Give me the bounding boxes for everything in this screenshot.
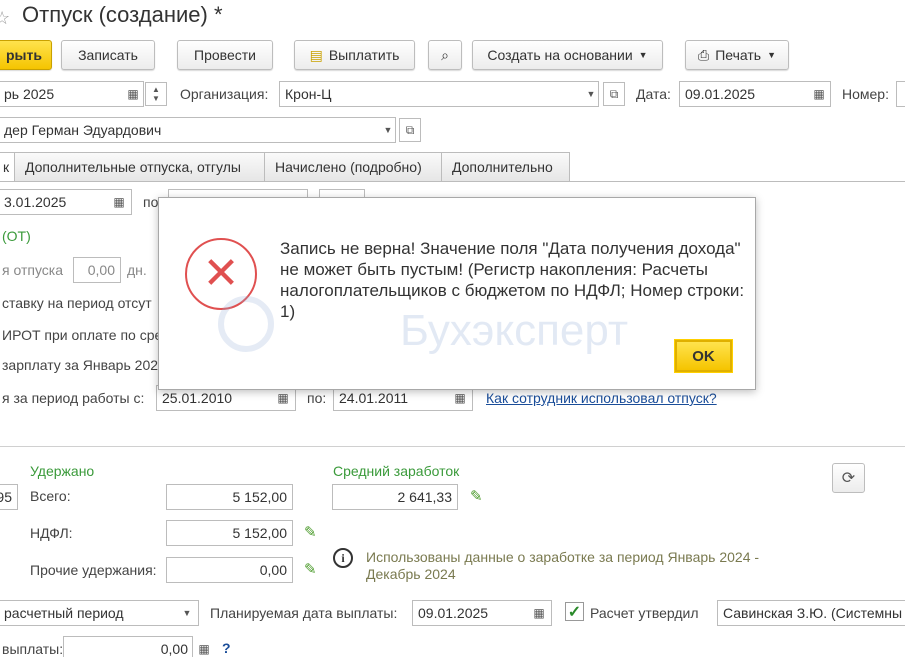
attach-button[interactable]: ⌕ xyxy=(428,40,462,70)
pay-label: Выплатить xyxy=(328,47,400,63)
salary-label: зарплату за Январь 202 xyxy=(2,357,159,373)
printer-icon: ⎙ xyxy=(698,46,710,63)
calculator-icon[interactable]: ▦ xyxy=(193,637,215,657)
save-button[interactable]: Записать xyxy=(61,40,155,70)
chevron-down-icon[interactable]: ▼ xyxy=(377,118,399,142)
create-based-label: Создать на основании xyxy=(487,47,633,63)
approver-field[interactable]: Савинская З.Ю. (Системны xyxy=(717,600,905,626)
approved-checkbox[interactable]: ✓ xyxy=(565,602,584,621)
number-label: Номер: xyxy=(842,86,889,102)
days-field[interactable]: 0,00 xyxy=(73,257,121,283)
edit-icon[interactable]: ✎ xyxy=(304,523,317,541)
open-icon[interactable]: ⧉ xyxy=(603,82,625,106)
avg-earnings-title: Средний заработок xyxy=(333,463,460,479)
to-label: по xyxy=(143,194,159,210)
spinner-icon[interactable]: ▲ ▼ xyxy=(145,82,167,106)
calendar-icon[interactable]: ▦ xyxy=(122,82,144,106)
open-icon[interactable]: ⧉ xyxy=(399,118,421,142)
chevron-down-icon[interactable]: ▼ xyxy=(176,601,198,625)
create-based-button[interactable]: Создать на основании ▼ xyxy=(472,40,663,70)
tab-main[interactable]: к xyxy=(0,152,15,182)
tab-additional-vacations[interactable]: Дополнительные отпуска, отгулы xyxy=(14,152,265,182)
left-total-field[interactable]: 95 xyxy=(0,484,18,510)
calendar-icon[interactable]: ▦ xyxy=(808,82,830,106)
edit-icon[interactable]: ✎ xyxy=(304,560,317,578)
org-label: Организация: xyxy=(180,86,269,102)
date-label: Дата: xyxy=(636,86,671,102)
number-field[interactable] xyxy=(896,81,905,107)
payout-field[interactable]: 0,00 xyxy=(63,636,193,657)
chevron-down-icon: ▼ xyxy=(638,50,648,60)
withheld-title: Удержано xyxy=(30,463,95,479)
refresh-icon[interactable]: ⟳ xyxy=(832,463,865,493)
planned-date-label: Планируемая дата выплаты: xyxy=(210,605,398,621)
window-title: Отпуск (создание) * xyxy=(22,2,223,27)
payout-label: выплаты: xyxy=(2,641,64,657)
approved-label: Расчет утвердил xyxy=(590,605,699,621)
days-unit: дн. xyxy=(127,262,147,278)
chevron-down-icon[interactable]: ▼ xyxy=(580,82,602,106)
star-icon[interactable]: ☆ xyxy=(0,8,10,29)
tab-accrued-detailed[interactable]: Начислено (подробно) xyxy=(264,152,442,182)
days-label: я отпуска xyxy=(2,262,64,278)
chevron-down-icon: ▼ xyxy=(767,50,776,60)
mrot-label: ИРОТ при оплате по сре xyxy=(2,327,163,343)
paperclip-icon: ⌕ xyxy=(441,46,449,63)
info-text: Использованы данные о заработке за перио… xyxy=(366,549,760,582)
calendar-icon[interactable]: ▦ xyxy=(108,190,130,214)
ndfl-label: НДФЛ: xyxy=(30,525,73,541)
post-button[interactable]: Провести xyxy=(177,40,273,70)
total-label: Всего: xyxy=(30,488,71,504)
watermark-logo-icon xyxy=(218,296,274,352)
total-field: 5 152,00 xyxy=(166,484,293,510)
other-label: Прочие удержания: xyxy=(30,562,157,578)
help-icon[interactable]: ? xyxy=(222,640,231,656)
pay-button[interactable]: ▤ Выплатить xyxy=(294,40,415,70)
print-button[interactable]: ⎙ Печать ▼ xyxy=(685,40,789,70)
employee-field[interactable]: дер Герман Эдуардович xyxy=(0,117,396,143)
avg-earnings-field: 2 641,33 xyxy=(332,484,458,510)
edit-icon[interactable]: ✎ xyxy=(470,487,483,505)
calendar-icon[interactable]: ▦ xyxy=(528,601,550,625)
ok-button[interactable]: OK xyxy=(674,339,733,373)
other-field: 0,00 xyxy=(166,557,293,583)
vacation-usage-link[interactable]: Как сотрудник использовал отпуск? xyxy=(486,390,717,406)
print-label: Печать xyxy=(715,47,762,63)
error-dialog: ✕ Запись не верна! Значение поля "Дата п… xyxy=(158,197,756,390)
vacation-type: (ОТ) xyxy=(2,228,31,244)
period-label: я за период работы с: xyxy=(2,390,145,406)
close-button[interactable]: рыть xyxy=(0,40,52,70)
org-field[interactable]: Крон-Ц xyxy=(279,81,599,107)
document-icon: ▤ xyxy=(309,46,323,63)
rate-label: ставку на период отсут xyxy=(2,295,152,311)
watermark-text: Бухэксперт xyxy=(400,306,629,355)
period-to-label: по: xyxy=(307,390,327,406)
tab-additional[interactable]: Дополнительно xyxy=(441,152,570,182)
checkmark-icon: ✓ xyxy=(567,603,582,621)
period-select[interactable]: расчетный период xyxy=(0,600,199,626)
info-icon: i xyxy=(333,548,353,568)
ndfl-field: 5 152,00 xyxy=(166,520,293,546)
